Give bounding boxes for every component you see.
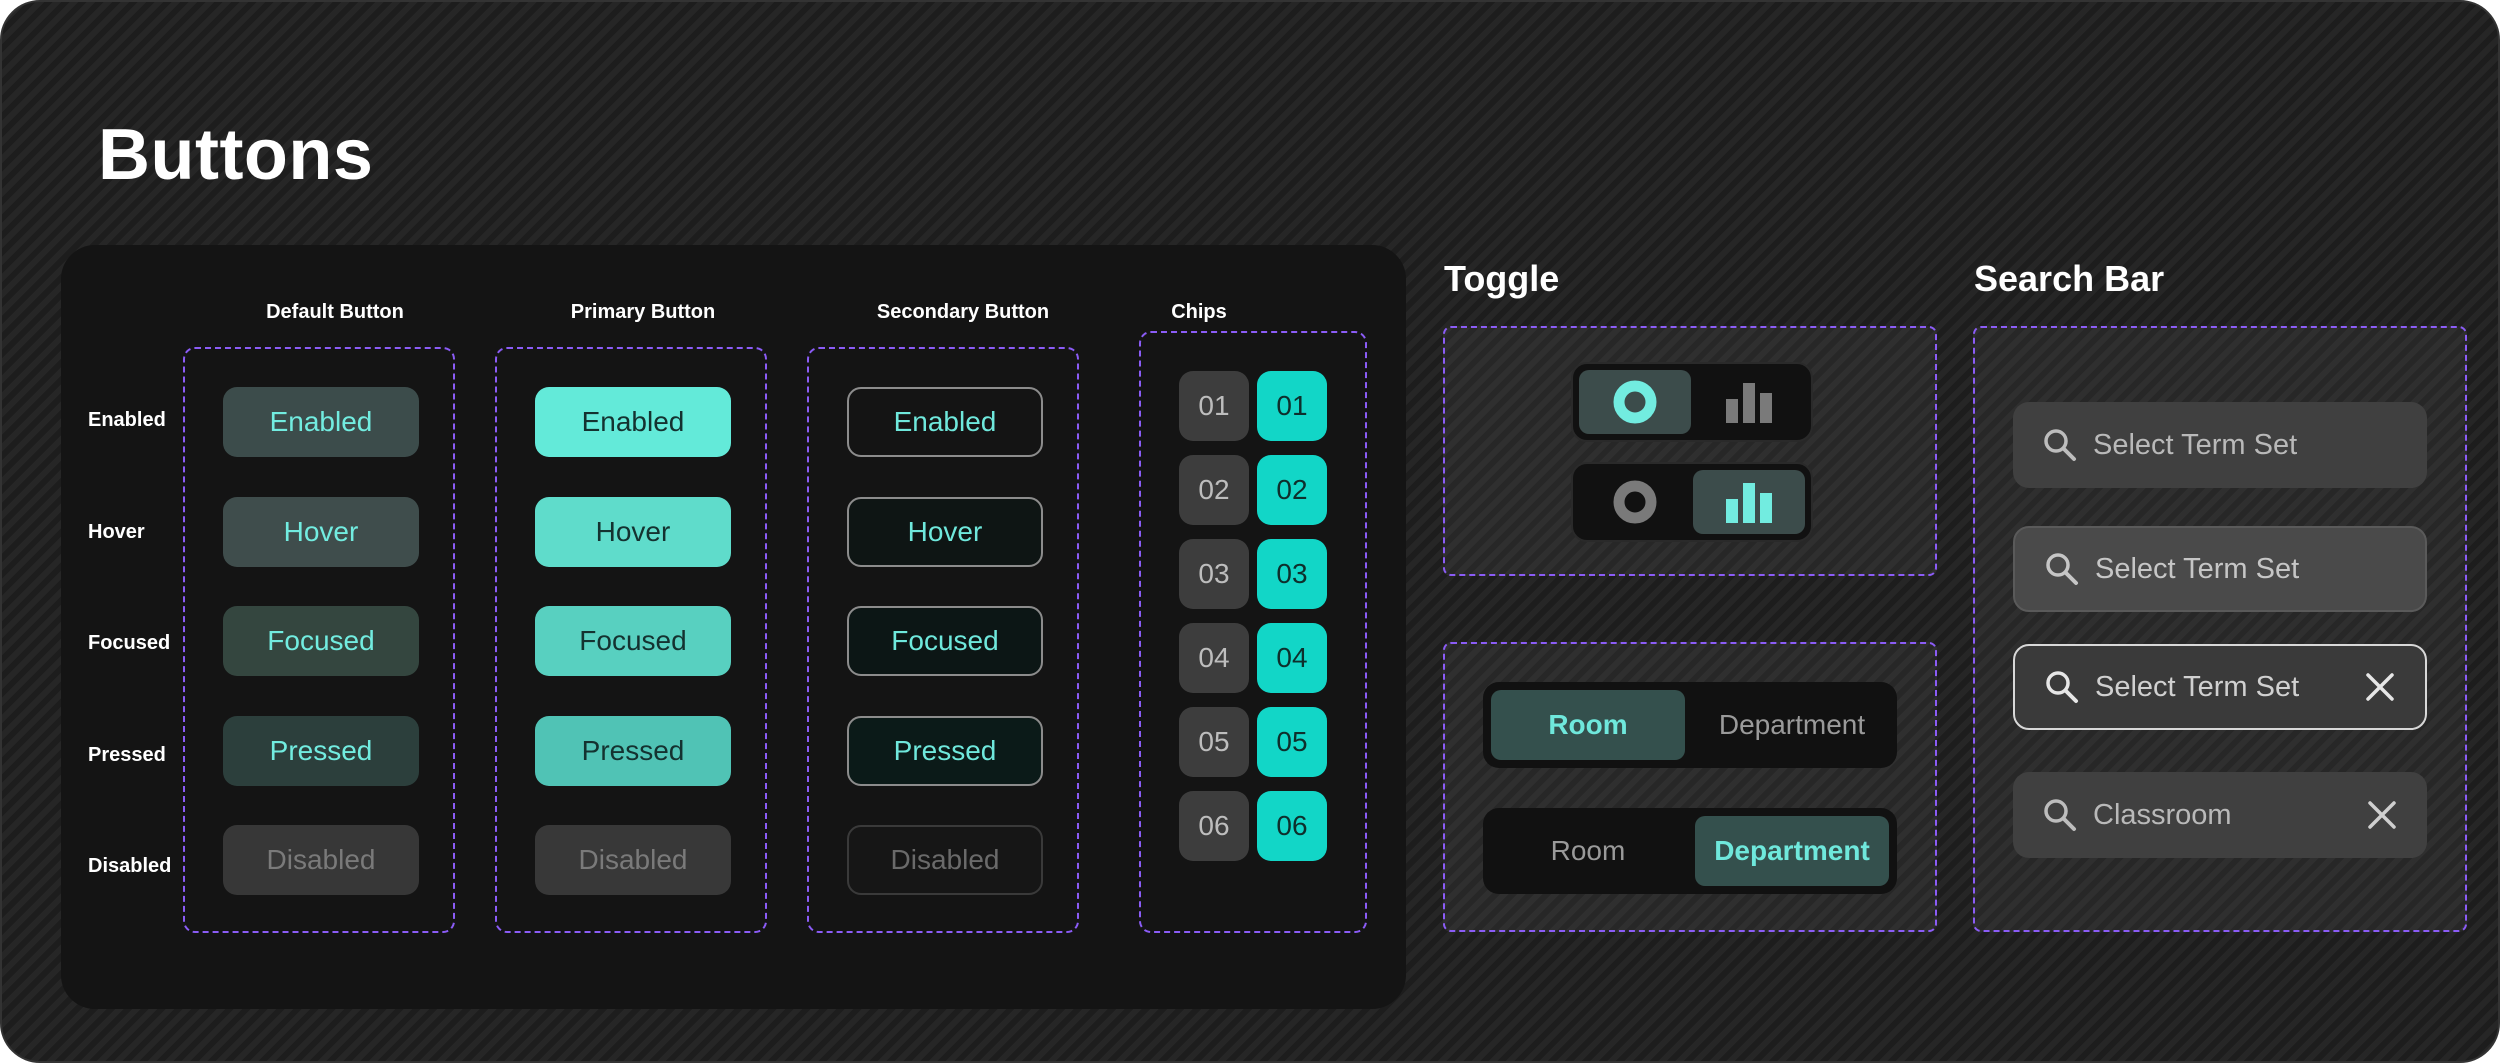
column-header-default: Default Button (266, 301, 404, 323)
primary-button-focused[interactable]: Focused (535, 606, 731, 676)
search-icon (2046, 671, 2078, 703)
search-bar-panel: Select Term Set Select Term Set Select T… (1973, 326, 2467, 932)
chip-03-default[interactable]: 03 (1179, 539, 1249, 609)
record-icon (1613, 380, 1657, 424)
chip-02-default[interactable]: 02 (1179, 455, 1249, 525)
segment-department[interactable]: Department (1695, 690, 1889, 760)
search-icon (2044, 429, 2076, 461)
secondary-button-group: Enabled Hover Focused Pressed Disabled (807, 347, 1079, 933)
toggle-option-chart[interactable] (1693, 470, 1805, 534)
column-header-chips: Chips (1171, 301, 1227, 323)
chip-02-selected[interactable]: 02 (1257, 455, 1327, 525)
search-bar-title: Search Bar (1974, 258, 2165, 299)
icon-toggle-panel (1443, 326, 1937, 576)
segmented-toggle-department-active[interactable]: Room Department (1483, 808, 1897, 894)
default-button-disabled: Disabled (223, 825, 419, 895)
primary-button-hover[interactable]: Hover (535, 497, 731, 567)
icon-toggle-chart-active[interactable] (1571, 462, 1813, 542)
toggle-option-chart[interactable] (1693, 370, 1805, 434)
search-input-focused[interactable]: Select Term Set (2013, 644, 2427, 730)
row-label-hover: Hover (88, 521, 145, 543)
segment-room[interactable]: Room (1491, 816, 1685, 886)
icon-toggle-record-active[interactable] (1571, 362, 1813, 442)
default-button-pressed[interactable]: Pressed (223, 716, 419, 786)
chip-05-selected[interactable]: 05 (1257, 707, 1327, 777)
primary-button-group: Enabled Hover Focused Pressed Disabled (495, 347, 767, 933)
search-placeholder: Select Term Set (2095, 552, 2300, 585)
chip-01-default[interactable]: 01 (1179, 371, 1249, 441)
chip-05-default[interactable]: 05 (1179, 707, 1249, 777)
chips-group: 01 01 02 02 03 03 04 04 05 05 06 06 (1139, 331, 1367, 933)
bar-chart-icon (1726, 483, 1772, 523)
secondary-button-hover[interactable]: Hover (847, 497, 1043, 567)
search-input-filled[interactable]: Classroom (2013, 772, 2427, 858)
chip-04-default[interactable]: 04 (1179, 623, 1249, 693)
toggle-option-record[interactable] (1579, 470, 1691, 534)
search-placeholder: Select Term Set (2095, 670, 2300, 703)
search-icon (2046, 553, 2078, 585)
search-input-enabled[interactable]: Select Term Set (2013, 402, 2427, 488)
toggle-option-record[interactable] (1579, 370, 1691, 434)
secondary-button-focused[interactable]: Focused (847, 606, 1043, 676)
secondary-button-disabled: Disabled (847, 825, 1043, 895)
chip-01-selected[interactable]: 01 (1257, 371, 1327, 441)
primary-button-pressed[interactable]: Pressed (535, 716, 731, 786)
segment-department[interactable]: Department (1695, 816, 1889, 886)
search-input-hover[interactable]: Select Term Set (2013, 526, 2427, 612)
chip-03-selected[interactable]: 03 (1257, 539, 1327, 609)
close-icon[interactable] (2365, 798, 2399, 832)
chip-06-default[interactable]: 06 (1179, 791, 1249, 861)
default-button-group: Enabled Hover Focused Pressed Disabled (183, 347, 455, 933)
close-icon[interactable] (2363, 670, 2397, 704)
primary-button-enabled[interactable]: Enabled (535, 387, 731, 457)
record-icon (1613, 480, 1657, 524)
default-button-focused[interactable]: Focused (223, 606, 419, 676)
page: Buttons Default Button Primary Button Se… (0, 0, 2500, 1063)
segmented-toggle-panel: Room Department Room Department (1443, 642, 1937, 932)
default-button-enabled[interactable]: Enabled (223, 387, 419, 457)
column-header-primary: Primary Button (570, 301, 716, 323)
segment-room[interactable]: Room (1491, 690, 1685, 760)
page-title: Buttons (98, 115, 374, 195)
bar-chart-icon (1726, 383, 1772, 423)
segmented-toggle-room-active[interactable]: Room Department (1483, 682, 1897, 768)
search-placeholder: Select Term Set (2093, 428, 2298, 461)
buttons-card: Default Button Primary Button Secondary … (61, 245, 1406, 1009)
default-button-hover[interactable]: Hover (223, 497, 419, 567)
primary-button-disabled: Disabled (535, 825, 731, 895)
search-value: Classroom (2093, 798, 2232, 831)
row-label-disabled: Disabled (88, 855, 172, 877)
secondary-button-enabled[interactable]: Enabled (847, 387, 1043, 457)
row-label-focused: Focused (88, 632, 171, 654)
chip-04-selected[interactable]: 04 (1257, 623, 1327, 693)
column-header-secondary: Secondary Button (876, 301, 1050, 323)
chip-06-selected[interactable]: 06 (1257, 791, 1327, 861)
secondary-button-pressed[interactable]: Pressed (847, 716, 1043, 786)
search-icon (2044, 799, 2076, 831)
row-label-pressed: Pressed (88, 744, 166, 766)
row-label-enabled: Enabled (88, 409, 166, 431)
toggle-title: Toggle (1444, 258, 1560, 299)
